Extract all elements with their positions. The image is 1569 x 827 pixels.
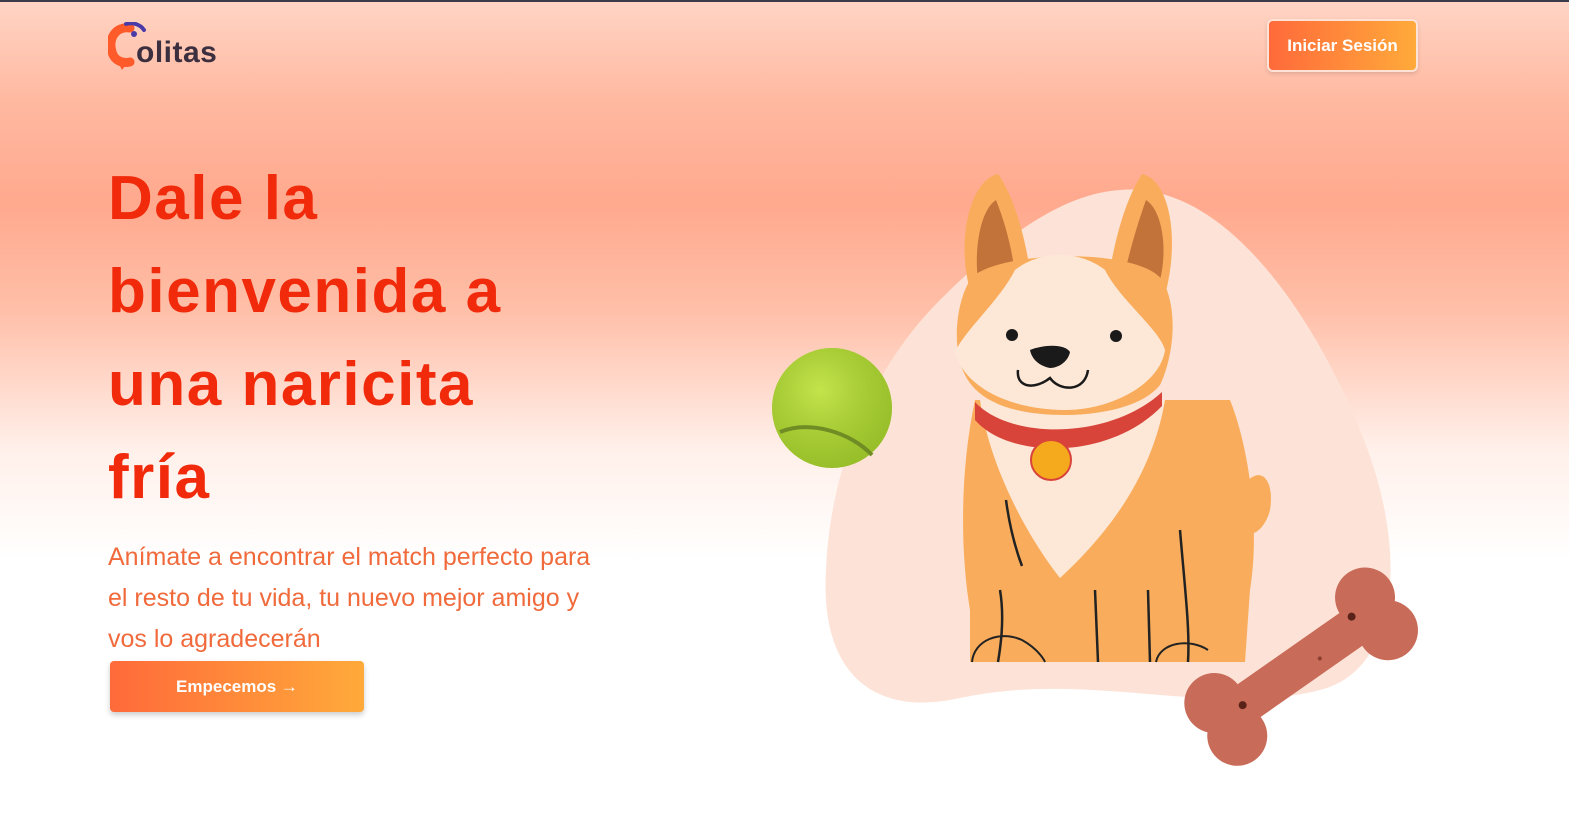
- logo[interactable]: olitas: [108, 22, 238, 74]
- login-button[interactable]: Iniciar Sesión: [1267, 19, 1418, 72]
- tennis-ball-icon: [772, 348, 892, 468]
- collar-tag: [1030, 439, 1072, 481]
- hero-subtitle: Anímate a encontrar el match perfecto pa…: [108, 543, 591, 653]
- logo-text: olitas: [136, 36, 218, 69]
- corgi-illustration: [772, 174, 1418, 766]
- hero-headline: Dale la bienvenida a una naricita fría: [108, 164, 502, 512]
- start-button[interactable]: Empecemos →: [110, 661, 364, 712]
